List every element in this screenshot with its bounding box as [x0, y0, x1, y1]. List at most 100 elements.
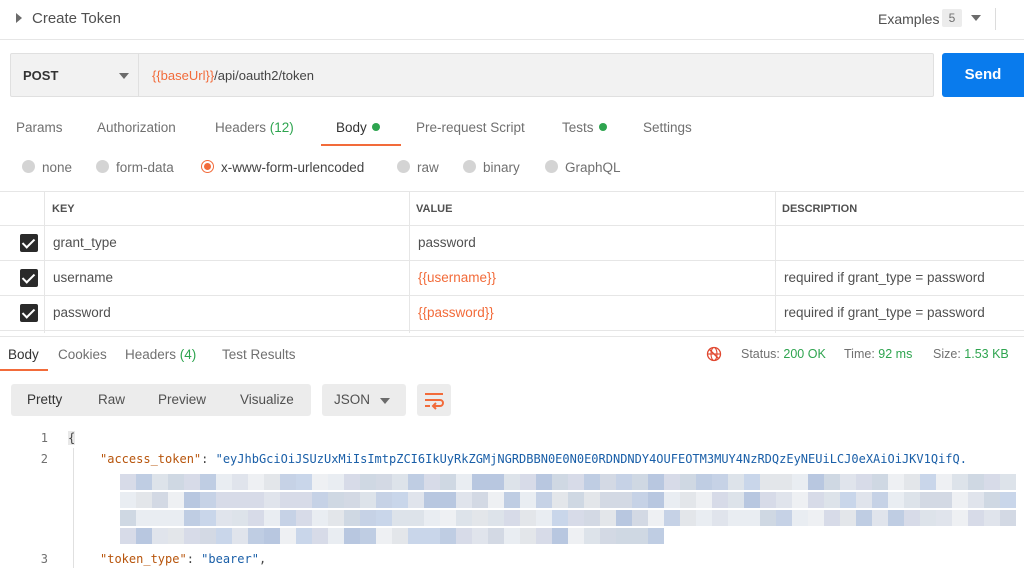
radio-raw-label: raw	[417, 160, 439, 175]
radio-urlencoded-circle-icon	[201, 160, 214, 173]
time-label: Time:	[844, 347, 875, 361]
response-size: Size: 1.53 KB	[933, 347, 1009, 361]
collapse-caret-icon[interactable]	[16, 13, 22, 23]
format-label: JSON	[334, 392, 371, 407]
line-number: 3	[40, 552, 48, 566]
tab-headers-count: (12)	[269, 120, 294, 135]
param-value[interactable]: {{username}}	[418, 270, 496, 285]
param-description[interactable]: required if grant_type = password	[784, 305, 985, 320]
request-header-bar: Create Token Examples 5	[0, 0, 1024, 40]
column-header-description: DESCRIPTION	[782, 203, 858, 215]
radio-binary[interactable]: binary	[463, 160, 520, 175]
param-value[interactable]: {{password}}	[418, 305, 494, 320]
url-path: /api/oauth2/token	[214, 68, 314, 83]
tab-tests-label: Tests	[562, 120, 594, 135]
header-divider	[995, 8, 996, 30]
line-number: 1	[40, 431, 48, 445]
param-key[interactable]: grant_type	[53, 235, 117, 250]
method-select[interactable]: POST	[11, 54, 139, 96]
param-key[interactable]: username	[53, 270, 113, 285]
request-url-bar: POST {{baseUrl}}/api/oauth2/token	[10, 53, 934, 97]
param-key[interactable]: password	[53, 305, 111, 320]
radio-binary-label: binary	[483, 160, 520, 175]
tab-body[interactable]: Body	[336, 120, 380, 135]
wrap-lines-button[interactable]	[417, 384, 451, 416]
tab-tests[interactable]: Tests	[562, 120, 607, 135]
radio-raw-circle-icon	[397, 160, 410, 173]
request-tabs: Params Authorization Headers (12) Body P…	[0, 112, 1024, 146]
tab-authorization[interactable]: Authorization	[97, 120, 176, 135]
view-preview-button[interactable]: Preview	[158, 392, 206, 407]
row-enabled-checkbox[interactable]	[20, 234, 38, 252]
wrap-lines-icon	[425, 393, 444, 410]
url-variable: {{baseUrl}}	[152, 68, 215, 83]
response-active-tab-underline	[0, 369, 48, 371]
code-line-token-type: "token_type": "bearer",	[100, 552, 267, 566]
size-label: Size:	[933, 347, 961, 361]
examples-dropdown-icon[interactable]	[971, 15, 981, 21]
examples-count-badge: 5	[942, 9, 962, 27]
radio-none[interactable]: none	[22, 160, 72, 175]
response-status: Status: 200 OK	[741, 347, 826, 361]
json-key-token-type: "token_type"	[100, 552, 187, 566]
code-line-access-token: "access_token": "eyJhbGciOiJSUzUxMiIsImt…	[100, 452, 967, 466]
radio-form-data[interactable]: form-data	[96, 160, 174, 175]
json-value-token-type: "bearer"	[201, 552, 259, 566]
status-label: Status:	[741, 347, 780, 361]
tab-params[interactable]: Params	[16, 120, 63, 135]
response-tab-test-results[interactable]: Test Results	[222, 347, 296, 362]
line-number: 2	[40, 452, 48, 466]
tab-settings[interactable]: Settings	[643, 120, 692, 135]
code-open-brace: {	[68, 431, 76, 445]
radio-none-label: none	[42, 160, 73, 175]
body-type-options: none form-data x-www-form-urlencoded raw…	[0, 156, 1024, 182]
table-row: username {{username}} required if grant_…	[0, 261, 1024, 296]
response-tab-headers[interactable]: Headers (4)	[125, 347, 196, 362]
radio-graphql-circle-icon	[545, 160, 558, 173]
examples-button[interactable]: Examples	[878, 11, 939, 27]
radio-urlencoded-label: x-www-form-urlencoded	[221, 160, 365, 175]
tab-headers-label: Headers	[215, 120, 267, 135]
column-header-value: VALUE	[416, 203, 453, 215]
size-value: 1.53 KB	[964, 347, 1009, 361]
response-view-toolbar: Pretty Raw Preview Visualize	[11, 384, 311, 416]
param-description[interactable]: required if grant_type = password	[784, 270, 985, 285]
view-raw-button[interactable]: Raw	[98, 392, 125, 407]
request-title[interactable]: Create Token	[32, 10, 121, 27]
params-table: KEY VALUE DESCRIPTION grant_type passwor…	[0, 191, 1024, 333]
json-value-access-token: "eyJhbGciOiJSUzUxMiIsImtpZCI6IkUyRkZGMjN…	[215, 452, 967, 466]
tab-body-label: Body	[336, 120, 367, 135]
view-visualize-button[interactable]: Visualize	[240, 392, 294, 407]
time-value: 92 ms	[878, 347, 913, 361]
response-tab-body[interactable]: Body	[8, 347, 39, 362]
response-tab-headers-label: Headers	[125, 347, 177, 362]
radio-urlencoded[interactable]: x-www-form-urlencoded	[201, 160, 364, 175]
format-chevron-down-icon	[380, 398, 390, 404]
redacted-token-pixelation	[120, 472, 1020, 546]
url-input[interactable]: {{baseUrl}}/api/oauth2/token	[152, 68, 314, 83]
radio-raw[interactable]: raw	[397, 160, 439, 175]
radio-graphql[interactable]: GraphQL	[545, 160, 621, 175]
row-enabled-checkbox[interactable]	[20, 269, 38, 287]
radio-form-data-circle-icon	[96, 160, 109, 173]
row-enabled-checkbox[interactable]	[20, 304, 38, 322]
table-row: password {{password}} required if grant_…	[0, 296, 1024, 331]
response-time: Time: 92 ms	[844, 347, 912, 361]
response-body-code[interactable]: 1 2 3 { "access_token": "eyJhbGciOiJSUzU…	[0, 426, 1024, 568]
format-select[interactable]: JSON	[322, 384, 406, 416]
send-button[interactable]: Send	[942, 53, 1024, 97]
params-table-header: KEY VALUE DESCRIPTION	[0, 192, 1024, 226]
tab-prerequest-script[interactable]: Pre-request Script	[416, 120, 525, 135]
globe-icon[interactable]	[706, 346, 722, 362]
tests-indicator-dot-icon	[598, 123, 607, 131]
response-tab-cookies[interactable]: Cookies	[58, 347, 107, 362]
radio-binary-circle-icon	[463, 160, 476, 173]
tab-headers[interactable]: Headers (12)	[215, 120, 294, 135]
body-indicator-dot-icon	[371, 123, 380, 131]
method-label: POST	[23, 68, 59, 83]
param-value[interactable]: password	[418, 235, 476, 250]
table-row: grant_type password	[0, 226, 1024, 261]
view-pretty-button[interactable]: Pretty	[27, 392, 62, 407]
radio-form-data-label: form-data	[116, 160, 174, 175]
active-tab-underline	[321, 144, 401, 146]
